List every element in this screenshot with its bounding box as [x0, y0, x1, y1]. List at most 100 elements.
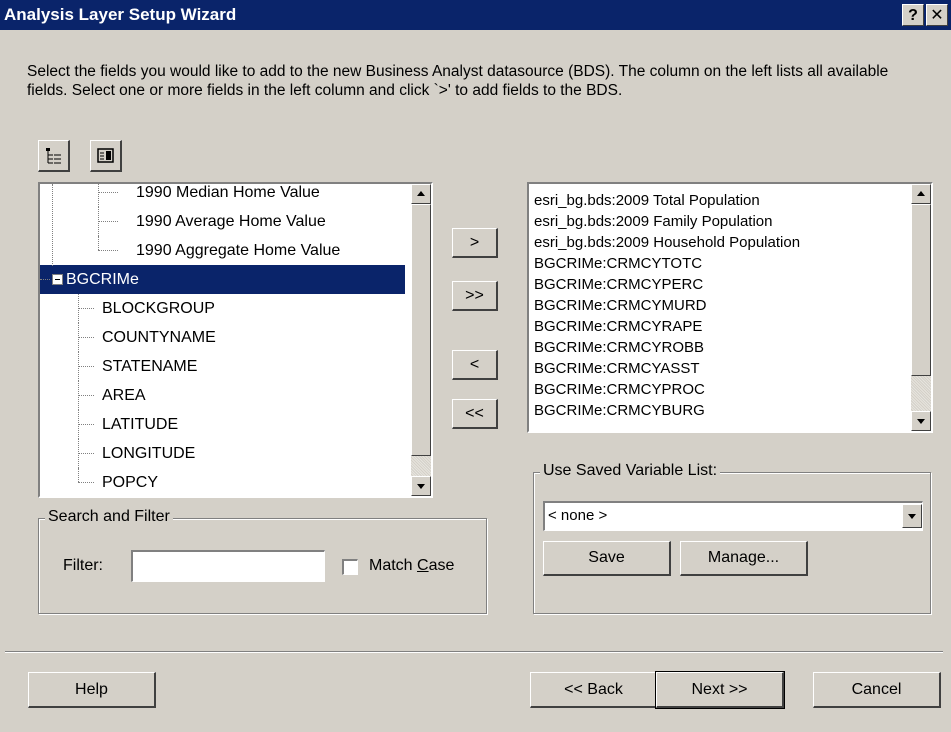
selected-field-item[interactable]: BGCRIMe:CRMCYPERC — [529, 274, 931, 295]
tree-node-field[interactable]: BLOCKGROUP — [40, 294, 410, 323]
tree-guide-line — [52, 184, 53, 266]
tree-node-label: COUNTYNAME — [102, 329, 216, 346]
selected-field-item[interactable]: esri_bg.bds:2009 Total Population — [529, 190, 931, 211]
tree-view-icon — [46, 148, 61, 164]
tree-node-field[interactable]: 1990 Aggregate Home Value — [40, 236, 410, 265]
match-case-text-end: ase — [428, 557, 455, 574]
next-button[interactable]: Next >> — [655, 671, 785, 709]
selected-field-item[interactable]: esri_bg.bds:2009 Household Population — [529, 232, 931, 253]
tree-guide-line — [98, 221, 118, 222]
tree-node-label: STATENAME — [102, 358, 198, 375]
tree-node-field[interactable]: 1990 Median Home Value — [40, 184, 410, 207]
selected-scroll-down-button[interactable] — [911, 411, 931, 431]
tree-node-label: LONGITUDE — [102, 445, 196, 462]
remove-field-button[interactable]: < — [452, 350, 498, 380]
add-all-fields-button[interactable]: >> — [452, 281, 498, 311]
tree-node-field[interactable]: STATENAME — [40, 352, 410, 381]
selected-field-item[interactable]: BGCRIMe:CRMCYTOTC — [529, 253, 931, 274]
help-title-button[interactable]: ? — [902, 4, 924, 26]
cancel-button[interactable]: Cancel — [813, 672, 941, 708]
selected-field-item[interactable]: BGCRIMe:CRMCYBURG — [529, 400, 931, 421]
match-case-accelerator: C — [417, 557, 429, 574]
saved-list-dropdown-button[interactable] — [902, 504, 922, 528]
tree-guide-line — [78, 482, 94, 483]
tree-node-label: BLOCKGROUP — [102, 300, 215, 317]
selected-fields-list[interactable]: esri_bg.bds:2009 Total Population esri_bg… — [527, 182, 933, 433]
back-button[interactable]: << Back — [530, 672, 658, 708]
tree-node-field[interactable]: LATITUDE — [40, 410, 410, 439]
tree-node-field[interactable]: COUNTYNAME — [40, 323, 410, 352]
title-bar: Analysis Layer Setup Wizard ? ✕ — [0, 0, 951, 30]
filter-input[interactable] — [131, 550, 325, 582]
selected-scroll-up-button[interactable] — [911, 184, 931, 204]
tree-guide-line — [78, 453, 94, 454]
arrow-up-icon — [917, 191, 925, 196]
tree-guide-line — [98, 192, 118, 193]
tree-node-label: BGCRIMe — [66, 271, 139, 288]
minus-glyph — [55, 279, 60, 280]
tree-view-button[interactable] — [38, 140, 70, 172]
tree-node-field[interactable]: 1990 Average Home Value — [40, 207, 410, 236]
saved-variable-list-group: Use Saved Variable List: < none > Save M… — [533, 462, 931, 614]
selected-scrollbar[interactable] — [911, 184, 931, 431]
help-button[interactable]: Help — [28, 672, 156, 708]
arrow-down-icon — [917, 419, 925, 424]
match-case-text: Match — [369, 557, 418, 574]
tree-scroll-down-button[interactable] — [411, 476, 431, 496]
tree-scroll-up-button[interactable] — [411, 184, 431, 204]
tree-guide-line — [78, 424, 94, 425]
filter-label: Filter: — [63, 557, 103, 574]
selected-field-item[interactable]: BGCRIMe:CRMCYASST — [529, 358, 931, 379]
selected-field-item[interactable]: esri_bg.bds:2009 Family Population — [529, 211, 931, 232]
tree-node-label: 1990 Median Home Value — [136, 184, 320, 201]
match-case-label[interactable]: Match Case — [369, 557, 454, 575]
tree-node-field[interactable]: LONGITUDE — [40, 439, 410, 468]
tree-node-group[interactable]: BGCRIMe — [40, 265, 405, 294]
save-list-button[interactable]: Save — [543, 541, 671, 576]
selected-field-item[interactable]: BGCRIMe:CRMCYRAPE — [529, 316, 931, 337]
tree-node-label: LATITUDE — [102, 416, 179, 433]
match-case-checkbox[interactable] — [342, 559, 358, 575]
selected-field-item[interactable]: BGCRIMe:CRMCYPROC — [529, 379, 931, 400]
list-view-button[interactable] — [90, 140, 122, 172]
tree-guide-line — [78, 468, 79, 482]
tree-node-label: AREA — [102, 387, 146, 404]
tree-guide-line — [78, 337, 94, 338]
close-icon: ✕ — [930, 7, 944, 24]
tree-guide-line — [78, 395, 94, 396]
arrow-down-icon — [417, 484, 425, 489]
tree-guide-line — [78, 366, 94, 367]
tree-node-field[interactable]: AREA — [40, 381, 410, 410]
saved-list-value: < none > — [548, 507, 608, 524]
tree-scroll-thumb[interactable] — [411, 204, 431, 456]
saved-list-legend: Use Saved Variable List: — [540, 462, 721, 480]
tree-guide-line — [98, 236, 99, 250]
collapse-icon[interactable] — [52, 274, 63, 285]
remove-all-fields-button[interactable]: << — [452, 399, 498, 429]
tree-node-label: 1990 Aggregate Home Value — [136, 242, 341, 259]
tree-node-field[interactable]: POPCY — [40, 468, 410, 496]
selected-scroll-thumb[interactable] — [911, 204, 931, 376]
search-filter-group: Search and Filter Filter: Match Case — [38, 508, 487, 614]
tree-guide-line — [98, 250, 118, 251]
footer-separator — [5, 651, 943, 653]
selected-field-item[interactable]: BGCRIMe:CRMCYROBB — [529, 337, 931, 358]
list-view-icon — [97, 148, 114, 163]
selected-field-item[interactable]: BGCRIMe:CRMCYMURD — [529, 295, 931, 316]
tree-guide-line — [98, 184, 99, 207]
instructions-text: Select the fields you would like to add … — [27, 63, 889, 99]
add-field-button[interactable]: > — [452, 228, 498, 258]
tree-node-label: 1990 Average Home Value — [136, 213, 326, 230]
close-title-button[interactable]: ✕ — [926, 4, 948, 26]
available-fields-tree[interactable]: 1990 Median Home Value 1990 Average Home … — [38, 182, 433, 498]
chevron-down-icon — [908, 514, 916, 519]
tree-scrollbar[interactable] — [411, 184, 431, 496]
search-filter-legend: Search and Filter — [45, 508, 173, 526]
window-title: Analysis Layer Setup Wizard — [4, 5, 237, 24]
tree-guide-line — [40, 279, 50, 280]
manage-list-button[interactable]: Manage... — [680, 541, 808, 576]
saved-list-select[interactable]: < none > — [543, 501, 923, 531]
tree-node-label: POPCY — [102, 474, 159, 491]
help-icon: ? — [908, 7, 918, 24]
arrow-up-icon — [417, 191, 425, 196]
